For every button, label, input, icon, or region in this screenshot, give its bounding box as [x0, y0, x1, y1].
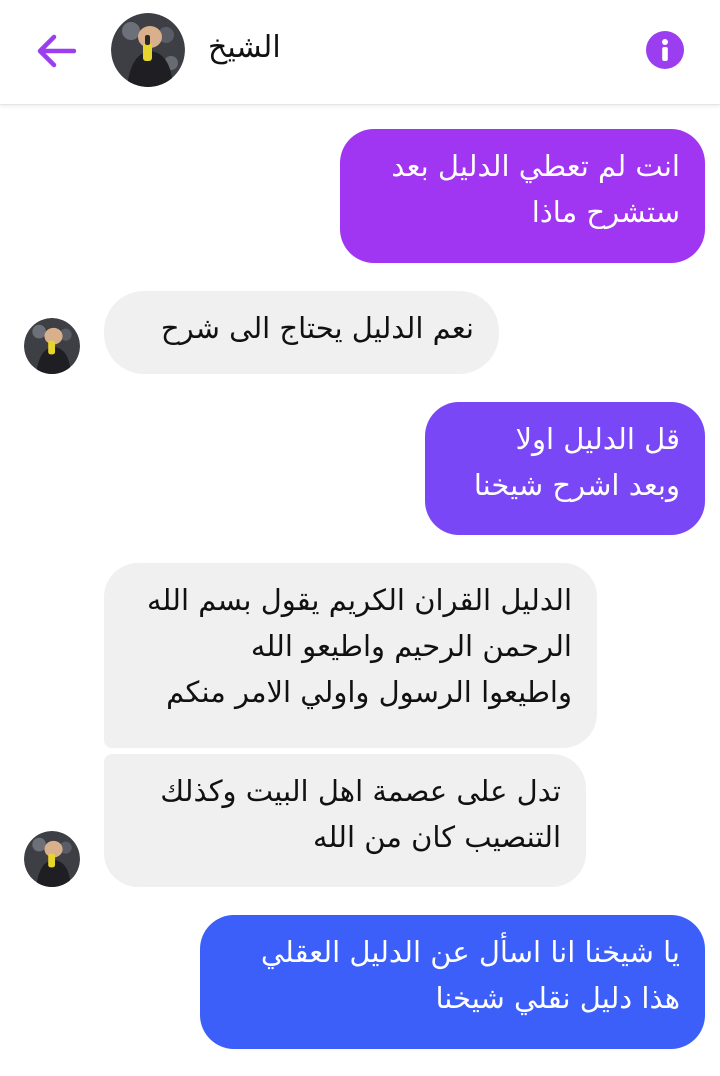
message-text: انت لم تعطي الدليل بعد	[391, 149, 680, 183]
message-bubble-incoming[interactable]: تدل على عصمة اهل البيت وكذلك التنصيب كان…	[104, 754, 586, 887]
contact-name[interactable]: الشيخ	[208, 26, 281, 70]
message-text: نعم الدليل يحتاج الى شرح	[160, 311, 474, 345]
info-button[interactable]	[641, 26, 689, 74]
message-bubble-outgoing[interactable]: يا شيخنا انا اسأل عن الدليل العقلي هذا د…	[200, 915, 705, 1049]
message-text: التنصيب كان من الله	[312, 820, 561, 854]
info-icon	[646, 31, 684, 69]
sender-avatar[interactable]	[24, 318, 80, 374]
message-bubble-outgoing[interactable]: انت لم تعطي الدليل بعد ستشرح ماذا	[340, 129, 705, 263]
message-text: الرحمن الرحيم واطيعو الله	[250, 629, 572, 663]
back-button[interactable]	[28, 24, 82, 78]
message-text: الدليل القران الكريم يقول بسم الله	[146, 583, 572, 617]
chat-header: الشيخ	[0, 0, 720, 105]
message-bubble-outgoing[interactable]: قل الدليل اولا وبعد اشرح شيخنا	[425, 402, 705, 535]
message-text: واطيعوا الرسول واولي الامر منكم	[166, 675, 572, 709]
message-text: يا شيخنا انا اسأل عن الدليل العقلي	[260, 935, 680, 969]
contact-avatar[interactable]	[111, 13, 185, 87]
avatar-photo	[111, 13, 185, 87]
message-bubble-incoming[interactable]: الدليل القران الكريم يقول بسم الله الرحم…	[104, 563, 597, 748]
message-text: تدل على عصمة اهل البيت وكذلك	[160, 774, 561, 808]
message-text: قل الدليل اولا	[515, 422, 680, 456]
message-text: ستشرح ماذا	[531, 195, 680, 229]
message-text: هذا دليل نقلي شيخنا	[435, 981, 680, 1015]
avatar-photo	[24, 831, 80, 887]
message-text: وبعد اشرح شيخنا	[473, 468, 680, 502]
avatar-photo	[24, 318, 80, 374]
sender-avatar[interactable]	[24, 831, 80, 887]
arrow-left-icon	[37, 34, 76, 68]
message-bubble-incoming[interactable]: نعم الدليل يحتاج الى شرح	[104, 291, 499, 374]
